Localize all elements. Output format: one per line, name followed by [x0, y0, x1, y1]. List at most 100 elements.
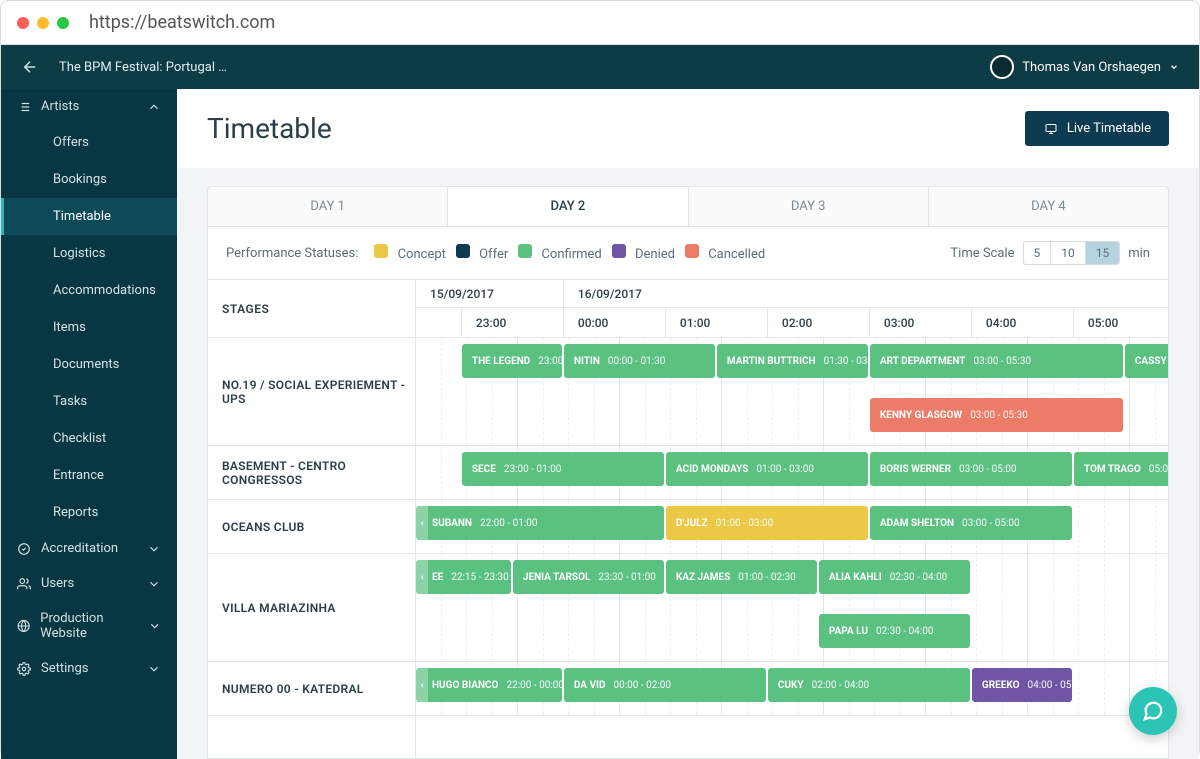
sidebar-item-logistics[interactable]: Logistics [1, 235, 177, 272]
sidebar-item-timetable[interactable]: Timetable [1, 198, 177, 235]
maximize-window-icon[interactable] [57, 17, 69, 29]
sidebar-section-artists[interactable]: Artists [1, 89, 177, 124]
event-block[interactable]: BORIS WERNER03:00 - 05:00 [870, 452, 1072, 486]
event-block[interactable]: CUKY02:00 - 04:00 [768, 668, 970, 702]
browser-chrome: https://beatswitch.com [1, 1, 1199, 45]
event-name: EE [432, 572, 443, 583]
event-name: PAPA LU [829, 626, 868, 637]
day-tabs: DAY 1DAY 2DAY 3DAY 4 [207, 186, 1169, 227]
event-block[interactable]: KAZ JAMES01:00 - 02:30 [666, 560, 817, 594]
hour-cell: 02:00 [768, 308, 870, 337]
scroll-left-icon[interactable]: ‹ [416, 506, 428, 540]
legend-label-cancelled: Cancelled [705, 247, 765, 262]
event-block[interactable]: ‹ SUBANN 22:00 - 01:00 [416, 506, 664, 540]
sidebar-item-checklist[interactable]: Checklist [1, 420, 177, 457]
sidebar-section-accreditation[interactable]: Accreditation [1, 531, 177, 566]
event-block[interactable]: CASSY05 [1125, 344, 1168, 378]
time-scale-5[interactable]: 5 [1024, 242, 1052, 264]
sidebar-item-tasks[interactable]: Tasks [1, 383, 177, 420]
tab-day-2[interactable]: DAY 2 [448, 187, 688, 226]
main-content: Timetable Live Timetable DAY 1DAY 2DAY 3… [177, 89, 1199, 759]
event-time: 03:00 - 05:30 [970, 410, 1028, 421]
event-name: SECE [472, 464, 496, 475]
legend-label-concept: Concept [394, 247, 446, 262]
event-name: ALIA KAHLI [829, 572, 882, 583]
chevron-down-icon [1169, 62, 1179, 72]
event-block[interactable]: KENNY GLASGOW 03:00 - 05:30 [870, 398, 1123, 432]
time-scale-10[interactable]: 10 [1051, 242, 1086, 264]
event-time: 22:00 - 01:00 [480, 518, 538, 529]
event-time: 02:00 - 04:00 [812, 680, 870, 691]
event-time: 02:30 - 04:00 [890, 572, 948, 583]
chat-fab[interactable] [1129, 687, 1177, 735]
legend-swatch-concept [374, 244, 388, 258]
time-scale-15[interactable]: 15 [1086, 242, 1120, 264]
event-block[interactable]: ALIA KAHLI 02:30 - 04:00 [819, 560, 970, 594]
event-block[interactable]: THE LEGEND23:00 - [462, 344, 562, 378]
sidebar-section-users[interactable]: Users [1, 566, 177, 601]
hour-cell: 03:00 [870, 308, 972, 337]
sidebar-item-bookings[interactable]: Bookings [1, 161, 177, 198]
event-time: 23:00 - 01:00 [504, 464, 562, 475]
tab-day-3[interactable]: DAY 3 [689, 187, 929, 226]
hour-header-row: 23:0000:0001:0002:0003:0004:0005:00 [416, 308, 1168, 338]
event-block[interactable]: TOM TRAGO05:00 - [1074, 452, 1168, 486]
event-block[interactable]: DA VID00:00 - 02:00 [564, 668, 766, 702]
sidebar-item-documents[interactable]: Documents [1, 346, 177, 383]
event-block[interactable]: ACID MONDAYS01:00 - 03:00 [666, 452, 868, 486]
event-block[interactable]: PAPA LU02:30 - 04:00 [819, 614, 970, 648]
sidebar-item-accommodations[interactable]: Accommodations [1, 272, 177, 309]
sidebar-item-entrance[interactable]: Entrance [1, 457, 177, 494]
date-cell: 15/09/2017 [416, 280, 564, 307]
chat-icon [1142, 700, 1164, 722]
stages-header: STAGES [208, 280, 415, 338]
event-name: SUBANN [432, 518, 472, 529]
back-arrow-icon[interactable] [21, 58, 39, 76]
sidebar-section-settings[interactable]: Settings [1, 651, 177, 686]
event-block[interactable]: MARTIN BUTTRICH01:30 - 03:00 [717, 344, 868, 378]
event-name: HUGO BIANCO [432, 680, 498, 691]
track-row: SECE 23:00 - 01:00 ACID MONDAYS01:00 - 03:… [416, 446, 1168, 500]
close-window-icon[interactable] [17, 17, 29, 29]
track-row: ‹EE22:15 - 23:30JENIA TARSOL23:30 - 01:0… [416, 554, 1168, 662]
event-block[interactable]: ADAM SHELTON03:00 - 05:00 [870, 506, 1072, 540]
stage-label: VILLA MARIAZINHA [208, 554, 415, 662]
event-name: D'JULZ [676, 518, 708, 529]
sidebar-item-reports[interactable]: Reports [1, 494, 177, 531]
page-header: Timetable Live Timetable [177, 89, 1199, 168]
event-block[interactable]: D'JULZ01:00 - 03:00 [666, 506, 868, 540]
event-time: 01:00 - 03:00 [756, 464, 814, 475]
user-name: Thomas Van Orshaegen [1022, 60, 1161, 75]
sidebar-item-items[interactable]: Items [1, 309, 177, 346]
event-block[interactable]: ART DEPARTMENT03:00 - 05:30 [870, 344, 1123, 378]
event-name: TOM TRAGO [1084, 464, 1141, 475]
scroll-left-icon[interactable]: ‹ [416, 560, 428, 594]
legend-swatch-offer [456, 244, 470, 258]
sidebar-item-offers[interactable]: Offers [1, 124, 177, 161]
minimize-window-icon[interactable] [37, 17, 49, 29]
user-menu[interactable]: Thomas Van Orshaegen [990, 55, 1179, 79]
date-cell: 16/09/2017 [564, 280, 1168, 307]
timetable-grid: STAGES NO.19 / SOCIAL EXPERIEMENT - UPSB… [208, 279, 1168, 758]
event-name: KENNY GLASGOW [880, 410, 962, 421]
event-block[interactable]: GREEKO04:00 - 05:00 [972, 668, 1072, 702]
time-scale-unit: min [1128, 246, 1150, 261]
event-name: ART DEPARTMENT [880, 356, 966, 367]
tab-day-1[interactable]: DAY 1 [208, 187, 448, 226]
event-block[interactable]: SECE 23:00 - 01:00 [462, 452, 664, 486]
event-name: JENIA TARSOL [523, 572, 590, 583]
date-header-row: 15/09/201716/09/2017 [416, 280, 1168, 308]
scroll-left-icon[interactable]: ‹ [416, 668, 428, 702]
address-bar[interactable]: https://beatswitch.com [89, 12, 275, 33]
sidebar-section-production-website[interactable]: Production Website [1, 601, 177, 651]
hour-cell: 23:00 [462, 308, 564, 337]
event-block[interactable]: JENIA TARSOL23:30 - 01:00 [513, 560, 664, 594]
event-block[interactable]: NITIN00:00 - 01:30 [564, 344, 715, 378]
event-block[interactable]: ‹EE22:15 - 23:30 [416, 560, 511, 594]
legend-label-confirmed: Confirmed [538, 247, 602, 262]
traffic-lights [17, 17, 69, 29]
event-block[interactable]: ‹HUGO BIANCO22:00 - 00:00 [416, 668, 562, 702]
live-timetable-button[interactable]: Live Timetable [1025, 111, 1169, 146]
grid-scroll-area[interactable]: 15/09/201716/09/201723:0000:0001:0002:00… [416, 280, 1168, 758]
tab-day-4[interactable]: DAY 4 [929, 187, 1168, 226]
